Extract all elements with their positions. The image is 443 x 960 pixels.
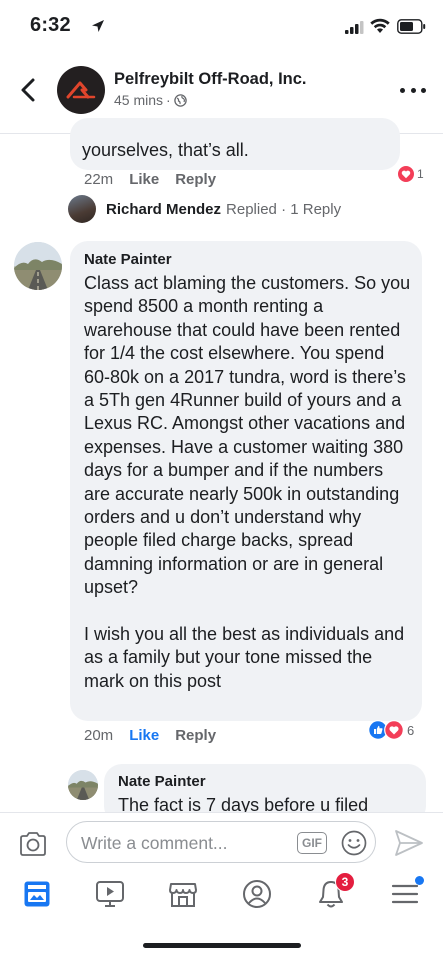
reply-button[interactable]: Reply xyxy=(175,171,216,188)
comment-input[interactable] xyxy=(81,833,281,854)
battery-icon xyxy=(397,19,426,34)
marketplace-icon xyxy=(169,883,197,907)
comment-actions: 22m Like Reply xyxy=(84,171,216,188)
road-landscape-image xyxy=(68,770,98,800)
comment-text: yourselves, that’s all. xyxy=(82,140,249,160)
tab-watch[interactable] xyxy=(93,878,127,910)
comment-body: Class act blaming the customers. So you … xyxy=(84,272,414,693)
heart-icon xyxy=(397,165,415,183)
tab-profile[interactable] xyxy=(240,878,274,910)
post-meta: 45 mins · xyxy=(114,92,187,108)
menu-icon xyxy=(391,884,419,904)
watch-icon xyxy=(96,881,124,907)
reaction-count: 1 xyxy=(417,167,424,181)
news-feed-icon xyxy=(24,881,50,907)
profile-icon xyxy=(243,880,271,908)
reaction-count: 6 xyxy=(407,722,415,738)
location-arrow-icon xyxy=(92,20,104,32)
tab-marketplace[interactable] xyxy=(166,878,200,910)
avatar xyxy=(68,195,96,223)
more-icon xyxy=(421,87,426,93)
globe-icon xyxy=(173,93,187,107)
comment-author[interactable]: Nate Painter xyxy=(84,251,172,268)
reaction-summary[interactable]: 6 xyxy=(368,719,414,741)
reply-button[interactable]: Reply xyxy=(175,727,216,744)
send-icon[interactable] xyxy=(394,829,424,857)
comment-time: 22m xyxy=(84,171,114,188)
meta-separator: · xyxy=(166,92,171,108)
camera-icon[interactable] xyxy=(18,831,48,857)
back-arrow-icon xyxy=(21,78,35,102)
back-button[interactable] xyxy=(14,74,42,106)
reply-count-text: Replied · 1 Reply xyxy=(226,200,342,218)
comment-composer: GIF xyxy=(0,812,443,870)
reaction-summary[interactable]: 1 xyxy=(397,164,424,184)
like-button[interactable]: Like xyxy=(129,171,159,188)
reply-author: Richard Mendez xyxy=(106,200,222,218)
page-avatar[interactable] xyxy=(57,66,105,114)
post-time: 45 mins xyxy=(114,92,164,108)
notification-badge: 3 xyxy=(335,872,355,892)
emoji-icon[interactable] xyxy=(341,830,367,856)
more-options-button[interactable] xyxy=(400,80,426,100)
bottom-tab-bar xyxy=(0,870,443,916)
status-bar: 6:32 xyxy=(0,0,443,54)
avatar[interactable] xyxy=(68,770,98,800)
comment-paragraph: Class act blaming the customers. So you … xyxy=(84,273,411,598)
wifi-icon xyxy=(370,18,390,33)
comment-author[interactable]: Nate Painter xyxy=(118,773,206,790)
pelfreybilt-logo-icon xyxy=(66,81,96,99)
heart-icon xyxy=(384,720,404,740)
facebook-post-comments-screen: 6:32 Pelfreybilt Off-Road, Inc. 45 mins … xyxy=(0,0,443,960)
avatar[interactable] xyxy=(14,242,62,290)
status-time: 6:32 xyxy=(30,14,71,36)
home-indicator[interactable] xyxy=(143,943,301,948)
comment-input-box[interactable]: GIF xyxy=(66,821,376,863)
more-icon xyxy=(400,87,405,93)
menu-indicator-dot xyxy=(415,876,424,885)
like-button[interactable]: Like xyxy=(129,727,159,744)
comment-paragraph: I wish you all the best as individuals a… xyxy=(84,624,405,691)
comment-time: 20m xyxy=(84,727,114,744)
comment-actions: 20m Like Reply xyxy=(84,727,216,744)
road-landscape-image xyxy=(14,242,62,290)
page-name[interactable]: Pelfreybilt Off-Road, Inc. xyxy=(114,70,307,89)
tab-news-feed[interactable] xyxy=(20,878,54,910)
cellular-signal-icon xyxy=(345,21,364,34)
more-icon xyxy=(410,87,416,93)
replies-summary[interactable]: Richard Mendez Replied · 1 Reply xyxy=(68,194,341,224)
gif-icon[interactable]: GIF xyxy=(297,832,327,854)
